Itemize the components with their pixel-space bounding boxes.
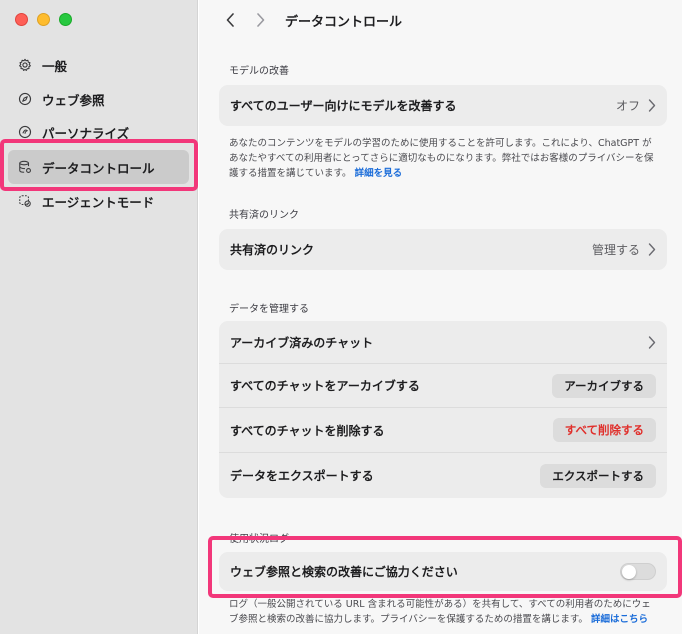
archived-chats-label: アーカイブ済みのチャット — [230, 335, 374, 350]
delete-all-button[interactable]: すべて削除する — [552, 418, 656, 442]
database-gear-icon — [18, 160, 32, 174]
export-row: データをエクスポートする エクスポートする — [219, 453, 667, 498]
section-label-shared: 共有済のリンク — [229, 210, 299, 221]
model-description: あなたのコンテンツをモデルの学習のために使用することを許可します。これにより、C… — [229, 136, 659, 181]
shared-links-row[interactable]: 共有済のリンク 管理する — [219, 229, 667, 270]
usage-description: ログ（一般公開されている URL 含まれる可能性がある）を共有して、すべての利用… — [229, 597, 659, 627]
sidebar-item-web-browsing[interactable]: ウェブ参照 — [8, 82, 189, 116]
archive-all-label: すべてのチャットをアーカイブする — [230, 379, 420, 393]
sidebar-item-label: データコントロール — [42, 160, 155, 176]
archive-all-row: すべてのチャットをアーカイブする アーカイブする — [219, 364, 667, 408]
usage-logs-label: ウェブ参照と検索の改善にご協力ください — [230, 565, 458, 579]
toolbar: データコントロール — [219, 8, 402, 32]
archive-all-button[interactable]: アーカイブする — [552, 373, 656, 398]
agent-icon — [18, 194, 32, 208]
forward-button[interactable] — [249, 9, 271, 31]
sidebar-item-label: ウェブ参照 — [42, 92, 105, 108]
improve-model-row[interactable]: すべてのユーザー向けにモデルを改善する オフ — [219, 85, 667, 126]
zoom-window-button[interactable] — [59, 13, 72, 26]
chevron-right-icon — [648, 335, 656, 349]
section-label-manage: データを管理する — [229, 304, 309, 315]
usage-logs-toggle[interactable] — [620, 563, 656, 580]
sidebar-item-agent-mode[interactable]: エージェントモード — [8, 184, 189, 218]
personalize-icon — [18, 125, 32, 139]
usage-description-text: ログ（一般公開されている URL 含まれる可能性がある）を共有して、すべての利用… — [229, 599, 651, 625]
usage-card: ウェブ参照と検索の改善にご協力ください — [219, 552, 667, 591]
back-button[interactable] — [219, 9, 241, 31]
minimize-window-button[interactable] — [37, 13, 50, 26]
gear-icon — [18, 58, 32, 72]
page-title: データコントロール — [285, 14, 403, 30]
chevron-left-icon — [226, 13, 234, 27]
sidebar-item-label: エージェントモード — [42, 194, 155, 210]
shared-card: 共有済のリンク 管理する — [219, 229, 667, 270]
chevron-right-icon — [648, 99, 656, 112]
archived-chats-row[interactable]: アーカイブ済みのチャット — [219, 321, 667, 364]
details-link[interactable]: 詳細はこちら — [591, 614, 648, 625]
manage-card: アーカイブ済みのチャット すべてのチャットをアーカイブする アーカイブする すべ… — [219, 321, 667, 498]
manage-link: 管理する — [591, 243, 640, 257]
export-label: データをエクスポートする — [230, 469, 374, 483]
improve-model-label: すべてのユーザー向けにモデルを改善する — [230, 99, 457, 113]
usage-logs-row: ウェブ参照と検索の改善にご協力ください — [219, 552, 667, 591]
section-label-usage: 使用状況ログ — [229, 534, 289, 545]
sidebar-item-data-controls[interactable]: データコントロール — [8, 150, 189, 184]
window-controls — [15, 13, 72, 26]
chevron-right-icon — [256, 13, 264, 27]
model-description-text: あなたのコンテンツをモデルの学習のために使用することを許可します。これにより、C… — [229, 138, 654, 179]
delete-all-label: すべてのチャットを削除する — [230, 423, 385, 438]
sidebar-item-label: 一般 — [42, 58, 68, 74]
delete-all-row: すべてのチャットを削除する すべて削除する — [219, 408, 667, 453]
sidebar-item-label: パーソナライズ — [42, 125, 130, 141]
sidebar: 一般 ウェブ参照 パーソナライズ データコントロール エージェントモード — [0, 0, 198, 634]
sidebar-item-general[interactable]: 一般 — [8, 48, 189, 82]
improve-model-value: オフ — [615, 99, 640, 113]
shared-links-label: 共有済のリンク — [230, 243, 315, 257]
main-panel: データコントロール モデルの改善 すべてのユーザー向けにモデルを改善する オフ … — [199, 0, 682, 634]
section-label-model: モデルの改善 — [229, 66, 289, 77]
compass-icon — [18, 92, 32, 106]
close-window-button[interactable] — [15, 13, 28, 26]
model-card: すべてのユーザー向けにモデルを改善する オフ — [219, 85, 667, 126]
chevron-right-icon — [648, 243, 656, 256]
export-button[interactable]: エクスポートする — [540, 463, 656, 488]
toggle-knob — [622, 565, 636, 579]
sidebar-item-personalize[interactable]: パーソナライズ — [8, 115, 189, 149]
learn-more-link[interactable]: 詳細を見る — [355, 168, 403, 179]
